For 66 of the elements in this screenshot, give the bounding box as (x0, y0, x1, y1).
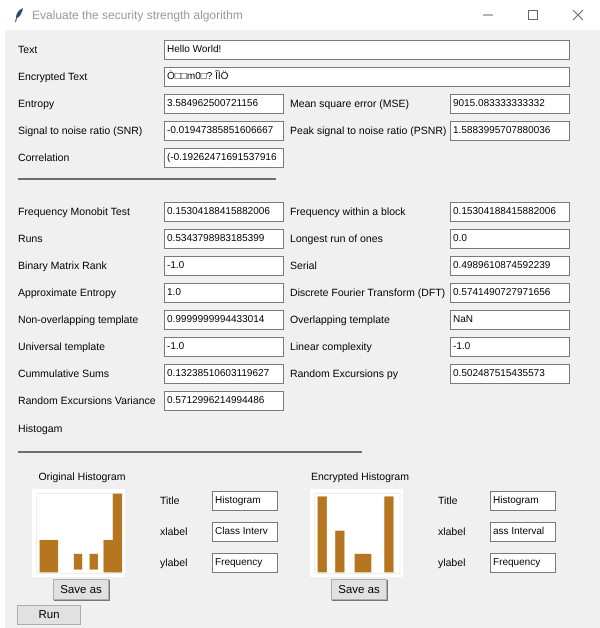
input-field[interactable]: Histogram (212, 491, 278, 511)
field-label: ylabel (438, 557, 466, 569)
input-field[interactable]: 0.5712996214994486 (164, 391, 284, 411)
field-label: Non-overlapping template (18, 314, 140, 326)
input-field[interactable]: ass Interval (490, 522, 556, 542)
section-heading: Histogam (18, 423, 64, 435)
input-field[interactable]: 0.5741490727971656 (450, 283, 570, 303)
input-field[interactable]: 0.15304188415882006 (164, 202, 284, 222)
save-as-button[interactable]: Save as (331, 579, 387, 600)
input-field[interactable]: 3.584962500721156 (164, 94, 284, 114)
field-label: Runs (18, 233, 44, 245)
field-label: ylabel (160, 557, 188, 569)
input-field[interactable]: (-0.19262471691537916 (164, 148, 284, 168)
input-field[interactable]: 0.9999999994433014 (164, 310, 284, 330)
save-as-button[interactable]: Save as (53, 579, 109, 600)
input-field[interactable]: Ò□□m0□? ÎÌÖ (164, 67, 570, 87)
input-field[interactable]: Hello World! (164, 40, 570, 60)
input-field[interactable]: Frequency (212, 553, 278, 573)
chart-title: Encrypted Histogram (310, 471, 410, 483)
window-title: Evaluate the security strength algorithm (32, 8, 244, 22)
field-label: Text (18, 44, 38, 56)
field-label: Encrypted Text (18, 71, 88, 83)
input-field[interactable]: -1.0 (164, 256, 284, 276)
field-label: Random Excursions py (290, 368, 399, 380)
field-label: Signal to noise ratio (SNR) (18, 125, 144, 137)
field-label: Discrete Fourier Transform (DFT) (290, 287, 446, 299)
feather-icon (14, 8, 24, 22)
field-label: Correlation (18, 152, 70, 164)
input-field[interactable]: 0.5343798983185399 (164, 229, 284, 249)
chart-title: Original Histogram (38, 471, 126, 483)
field-label: Serial (290, 260, 318, 272)
close-icon[interactable] (572, 9, 584, 21)
input-field[interactable]: 0.0 (450, 229, 570, 249)
input-field[interactable]: NaN (450, 310, 570, 330)
field-label: Frequency Monobit Test (18, 206, 131, 218)
run-button[interactable]: Run (17, 605, 81, 625)
field-label: Entropy (18, 98, 56, 110)
field-label: xlabel (438, 526, 466, 538)
field-label: xlabel (160, 526, 188, 538)
input-field[interactable]: -1.0 (450, 337, 570, 357)
input-field[interactable]: 0.4989610874592239 (450, 256, 570, 276)
input-field[interactable]: 0.15304188415882006 (450, 202, 570, 222)
field-label: Overlapping template (290, 314, 391, 326)
field-label: Longest run of ones (290, 233, 384, 245)
field-label: Cummulative Sums (18, 368, 110, 380)
field-label: Binary Matrix Rank (18, 260, 108, 272)
field-label: Random Excursions Variance (18, 395, 157, 407)
field-label: Title (438, 495, 458, 507)
field-label: Approximate Entropy (18, 287, 118, 299)
input-field[interactable]: 1.5883995707880036 (450, 121, 570, 141)
field-label: Linear complexity (290, 341, 373, 353)
input-field[interactable]: -1.0 (164, 337, 284, 357)
input-field[interactable]: 0.13238510603119627 (164, 364, 284, 384)
input-field[interactable]: 9015.083333333332 (450, 94, 570, 114)
input-field[interactable]: 1.0 (164, 283, 284, 303)
field-label: Universal template (18, 341, 106, 353)
maximize-icon[interactable] (526, 9, 538, 21)
field-label: Peak signal to noise ratio (PSNR) (290, 125, 448, 137)
input-field[interactable]: Frequency (490, 553, 556, 573)
input-field[interactable]: Class Interv (212, 522, 278, 542)
field-label: Mean square error (MSE) (290, 98, 410, 110)
input-field[interactable]: -0.01947385851606667 (164, 121, 284, 141)
input-field[interactable]: Histogram (490, 491, 556, 511)
field-label: Title (160, 495, 180, 507)
field-label: Frequency within a block (290, 206, 407, 218)
input-field[interactable]: 0.502487515435573 (450, 364, 570, 384)
